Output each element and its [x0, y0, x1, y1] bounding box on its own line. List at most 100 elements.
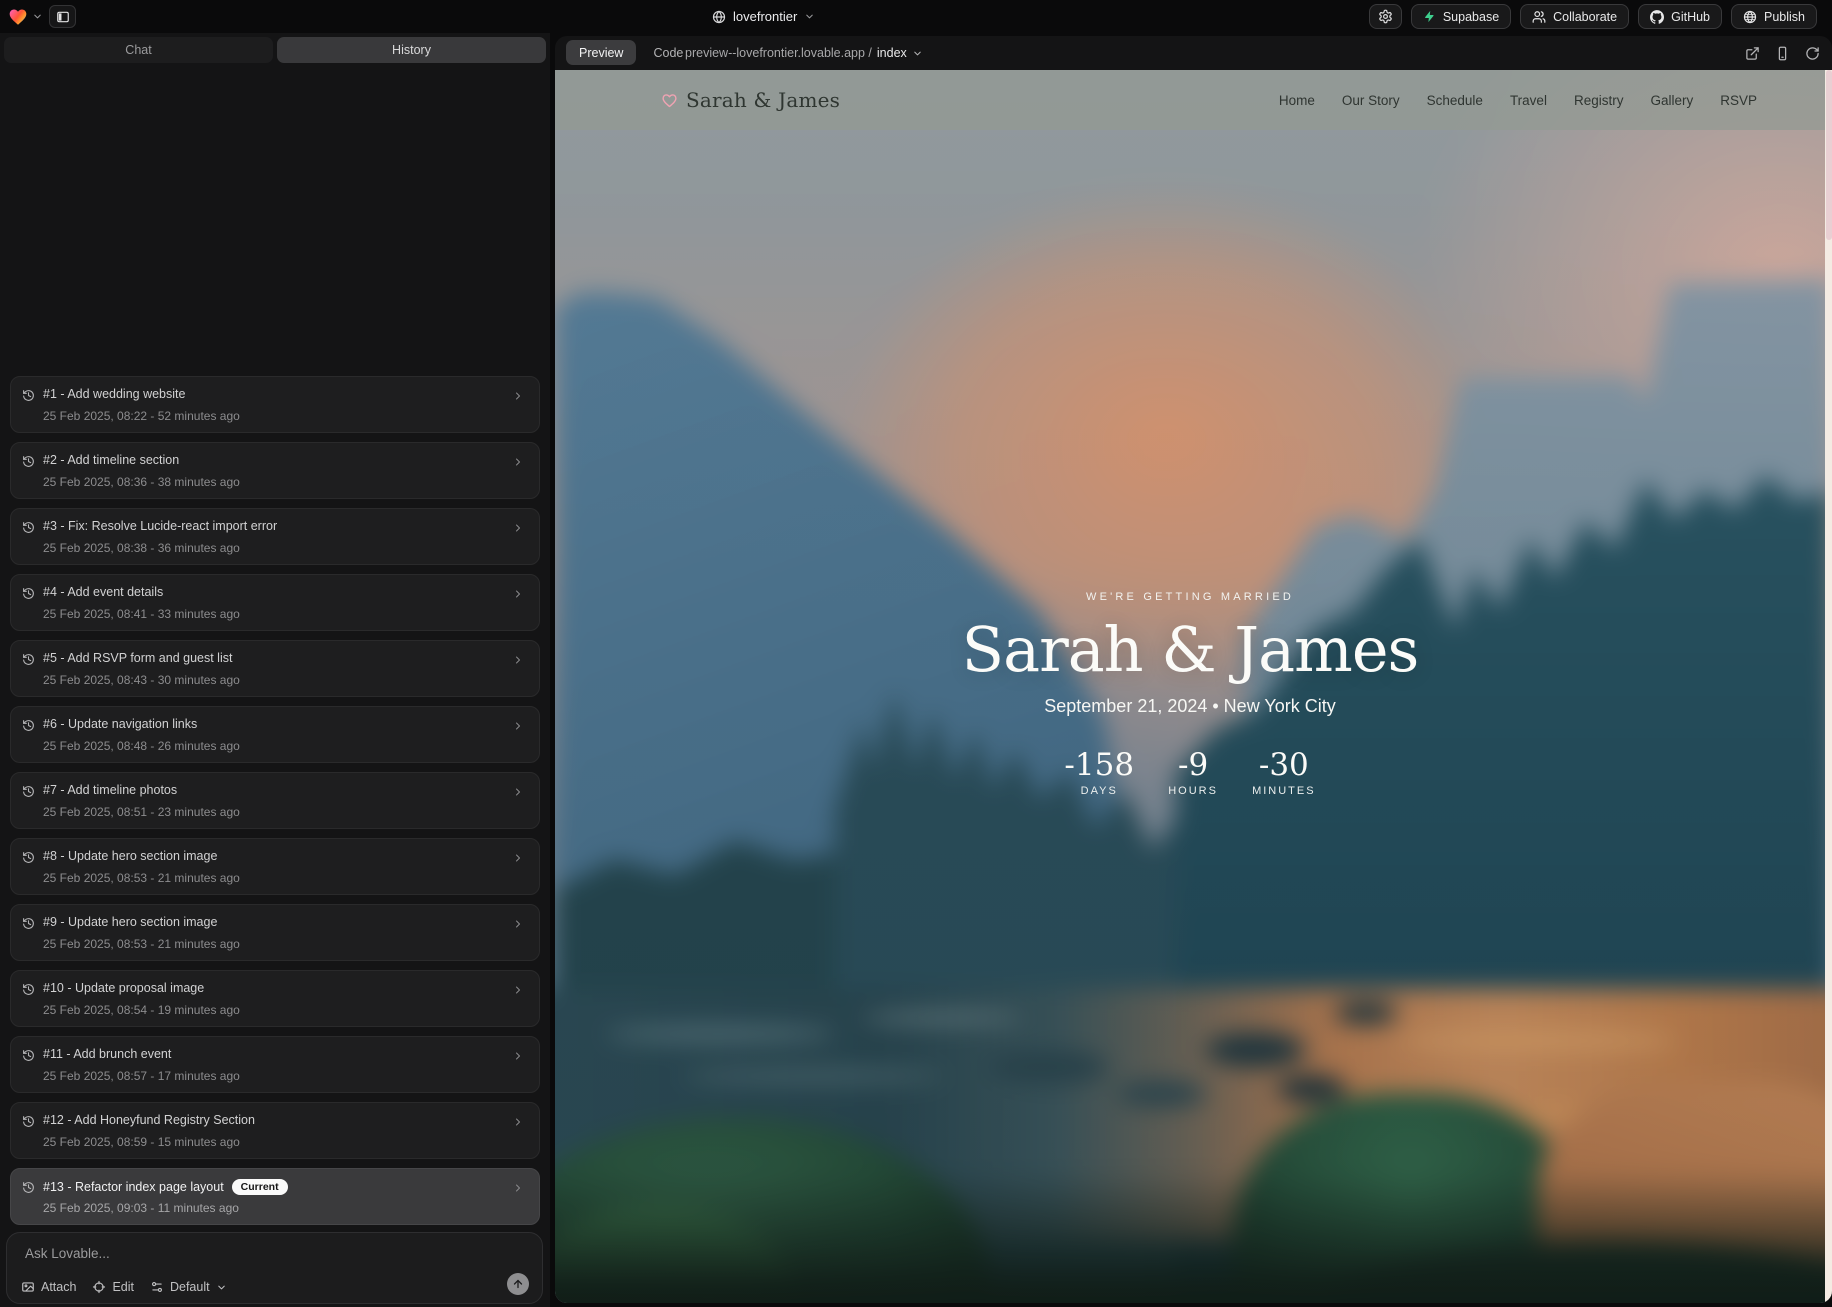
site-nav-link[interactable]: Our Story [1342, 93, 1400, 108]
chevron-right-icon [512, 918, 524, 930]
history-item-title: #7 - Add timeline photos [43, 783, 177, 797]
tab-history[interactable]: History [277, 37, 546, 63]
supabase-button-label: Supabase [1443, 10, 1499, 24]
history-item-row: #8 - Update hero section image [43, 849, 217, 863]
chevron-right-icon [512, 588, 524, 600]
hero-date: September 21, 2024 • New York City [555, 695, 1825, 717]
github-button[interactable]: GitHub [1638, 4, 1722, 29]
site-nav-link[interactable]: Gallery [1650, 93, 1693, 108]
site-nav-link[interactable]: Home [1279, 93, 1315, 108]
history-item[interactable]: #10 - Update proposal image 25 Feb 2025,… [10, 970, 540, 1027]
history-item-title: #11 - Add brunch event [43, 1047, 171, 1061]
site-nav-link[interactable]: Registry [1574, 93, 1624, 108]
globe-icon [712, 10, 726, 24]
countdown-value: -158 [1064, 746, 1134, 784]
attach-button-label: Attach [41, 1280, 76, 1294]
history-item[interactable]: #4 - Add event details 25 Feb 2025, 08:4… [10, 574, 540, 631]
history-list: #1 - Add wedding website 25 Feb 2025, 08… [10, 376, 540, 1234]
site-nav-link[interactable]: Schedule [1427, 93, 1483, 108]
history-icon [22, 521, 35, 534]
history-item-row: #5 - Add RSVP form and guest list [43, 651, 232, 665]
history-item[interactable]: #11 - Add brunch event 25 Feb 2025, 08:5… [10, 1036, 540, 1093]
history-item[interactable]: #8 - Update hero section image 25 Feb 20… [10, 838, 540, 895]
site-nav: Home Our Story Schedule Travel Registry Galle… [1279, 70, 1757, 130]
current-badge: Current [232, 1179, 288, 1195]
send-button[interactable] [507, 1273, 529, 1295]
preview-toolbar: Preview Code preview--lovefrontier.lovab… [555, 36, 1832, 70]
history-icon [22, 389, 35, 402]
countdown-item: -30 MINUTES [1252, 746, 1316, 798]
site-nav-link[interactable]: Travel [1510, 93, 1547, 108]
scrollbar-thumb[interactable] [1826, 70, 1832, 240]
history-item-row: #6 - Update navigation links [43, 717, 197, 731]
topbar-left [8, 0, 76, 33]
site-nav-link[interactable]: RSVP [1720, 93, 1757, 108]
github-button-label: GitHub [1671, 10, 1710, 24]
lovable-logo-menu[interactable] [8, 7, 43, 27]
history-item[interactable]: #6 - Update navigation links 25 Feb 2025… [10, 706, 540, 763]
publish-button[interactable]: Publish [1731, 4, 1817, 29]
chevron-right-icon [512, 984, 524, 996]
site-brand-name: Sarah & James [686, 88, 840, 112]
arrow-up-icon [512, 1278, 524, 1290]
history-icon [22, 785, 35, 798]
edit-button[interactable]: Edit [92, 1280, 134, 1294]
chevron-down-icon [32, 11, 43, 22]
mobile-view-button[interactable] [1775, 46, 1790, 61]
composer-toolbar: Attach Edit Default [21, 1280, 227, 1294]
history-item[interactable]: #1 - Add wedding website 25 Feb 2025, 08… [10, 376, 540, 433]
top-bar: lovefrontier Supabase Collaborate GitHub… [0, 0, 1832, 33]
history-item[interactable]: #7 - Add timeline photos 25 Feb 2025, 08… [10, 772, 540, 829]
history-item[interactable]: #3 - Fix: Resolve Lucide-react import er… [10, 508, 540, 565]
history-item[interactable]: #2 - Add timeline section 25 Feb 2025, 0… [10, 442, 540, 499]
publish-button-label: Publish [1764, 10, 1805, 24]
preview-url[interactable]: preview--lovefrontier.lovable.app / inde… [685, 36, 923, 70]
mode-selector[interactable]: Default [150, 1280, 227, 1294]
sidebar: Chat History #1 - Add wedding website 25… [0, 33, 550, 1307]
history-item-timestamp: 25 Feb 2025, 08:22 - 52 minutes ago [43, 409, 240, 423]
smartphone-icon [1775, 46, 1790, 61]
supabase-icon [1423, 10, 1436, 23]
external-link-icon [1745, 46, 1760, 61]
edit-button-label: Edit [112, 1280, 134, 1294]
site-preview: Sarah & James Home Our Story Schedule Trave… [555, 70, 1832, 1303]
history-item-row: #12 - Add Honeyfund Registry Section [43, 1113, 255, 1127]
hero-title: Sarah & James [555, 610, 1825, 690]
settings-button[interactable] [1369, 4, 1402, 29]
history-icon [22, 1181, 35, 1194]
history-item-row: #13 - Refactor index page layout Current [43, 1179, 288, 1195]
refresh-icon [1805, 46, 1820, 61]
preview-panel: Preview Code preview--lovefrontier.lovab… [555, 36, 1832, 1303]
countdown-value: -30 [1252, 746, 1316, 784]
history-item-row: #9 - Update hero section image [43, 915, 217, 929]
history-item[interactable]: #12 - Add Honeyfund Registry Section 25 … [10, 1102, 540, 1159]
history-icon [22, 455, 35, 468]
chat-composer[interactable]: Ask Lovable... Attach Edit Default [6, 1232, 543, 1304]
open-in-new-tab-button[interactable] [1745, 46, 1760, 61]
history-item[interactable]: #9 - Update hero section image 25 Feb 20… [10, 904, 540, 961]
attach-button[interactable]: Attach [21, 1280, 76, 1294]
preview-scrollbar[interactable] [1825, 70, 1832, 1303]
countdown: -158 DAYS -9 HOURS -30 MINUTES [555, 746, 1825, 798]
project-switcher[interactable]: lovefrontier [712, 0, 815, 33]
collaborate-button[interactable]: Collaborate [1520, 4, 1629, 29]
chevron-right-icon [512, 522, 524, 534]
refresh-button[interactable] [1805, 46, 1820, 61]
tab-chat[interactable]: Chat [4, 37, 273, 63]
history-item-row: #7 - Add timeline photos [43, 783, 177, 797]
countdown-item: -9 HOURS [1164, 746, 1222, 798]
composer-placeholder: Ask Lovable... [25, 1246, 110, 1261]
site-brand[interactable]: Sarah & James [661, 70, 840, 130]
hero-eyebrow: WE'RE GETTING MARRIED [555, 591, 1825, 603]
chevron-right-icon [512, 720, 524, 732]
history-item[interactable]: #5 - Add RSVP form and guest list 25 Feb… [10, 640, 540, 697]
history-item[interactable]: #13 - Refactor index page layout Current… [10, 1168, 540, 1225]
preview-url-text: preview--lovefrontier.lovable.app / [685, 46, 872, 60]
chevron-right-icon [512, 456, 524, 468]
sidebar-toggle-button[interactable] [49, 5, 76, 28]
tab-preview[interactable]: Preview [566, 40, 636, 65]
history-item-timestamp: 25 Feb 2025, 08:53 - 21 minutes ago [43, 937, 240, 951]
supabase-button[interactable]: Supabase [1411, 4, 1511, 29]
history-item-timestamp: 25 Feb 2025, 08:54 - 19 minutes ago [43, 1003, 240, 1017]
history-item-title: #10 - Update proposal image [43, 981, 204, 995]
